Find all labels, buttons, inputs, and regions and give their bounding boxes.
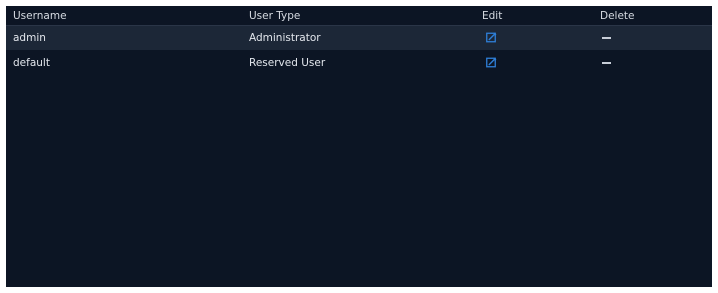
dash-icon[interactable] [602,62,611,64]
username-cell: default [13,57,50,69]
dash-icon[interactable] [602,37,611,39]
edit-icon[interactable] [486,57,497,68]
user-type-cell: Reserved User [249,57,326,69]
table-row[interactable]: default Reserved User [6,51,712,75]
user-list-panel: Username User Type Edit Delete admin Adm… [6,6,712,287]
user-type-cell: Administrator [249,32,321,44]
column-header-username[interactable]: Username [13,6,67,25]
column-header-edit: Edit [482,9,503,22]
username-cell: admin [13,32,46,44]
column-header-delete: Delete [600,9,635,22]
table-header: Username User Type Edit Delete [6,6,712,26]
table-row[interactable]: admin Administrator [6,26,712,50]
edit-icon[interactable] [486,32,497,43]
column-header-user-type[interactable]: User Type [249,6,300,25]
